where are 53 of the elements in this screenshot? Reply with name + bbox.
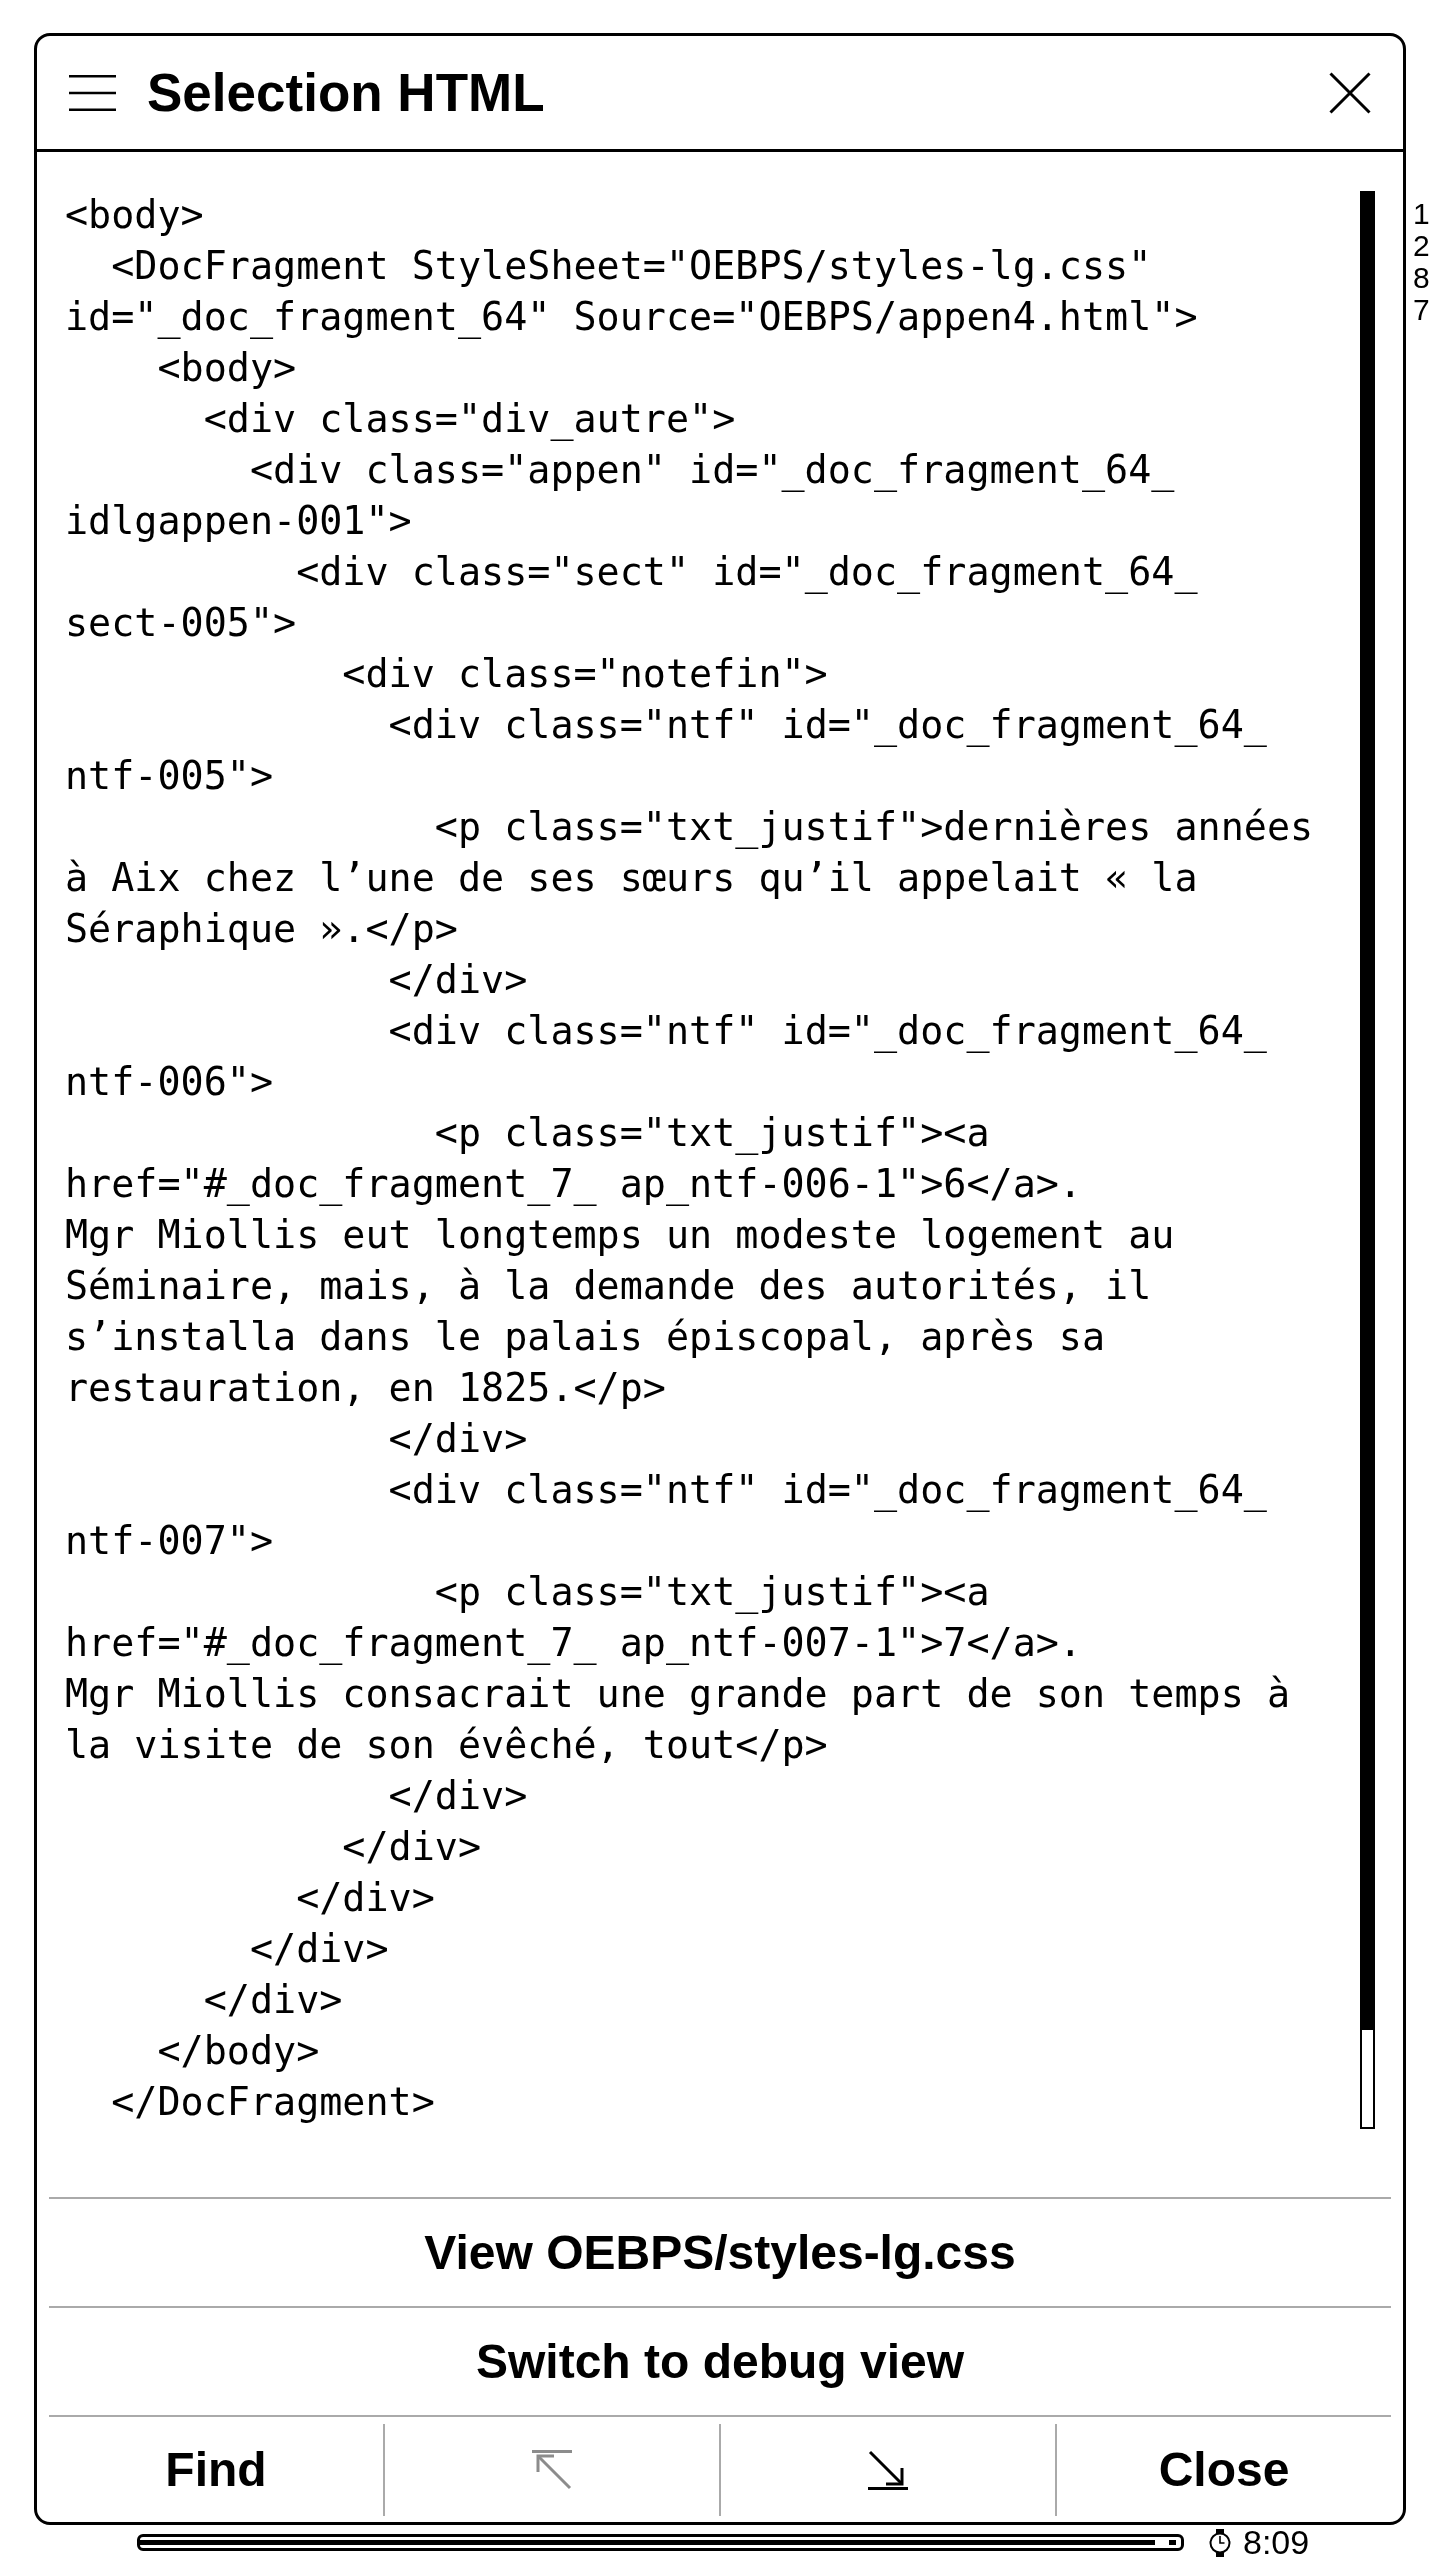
code-line: restauration, en 1825.</p> — [65, 1365, 666, 1410]
scrollbar[interactable] — [1360, 191, 1375, 2129]
window-title: Selection HTML — [147, 61, 545, 124]
code-line: Mgr Miollis eut longtemps un modeste logement au — [65, 1212, 1175, 1257]
action-button[interactable]: View OEBPS/styles-lg.css — [37, 2199, 1403, 2306]
action-button[interactable]: Switch to debug view — [37, 2308, 1403, 2415]
code-line: id="_doc_fragment_64" Source="OEBPS/appen4.html"> — [65, 294, 1198, 339]
code-line: </div> — [388, 1416, 528, 1461]
code-line: </div> — [388, 1773, 528, 1818]
code-line: </div> — [296, 1875, 435, 1920]
page-number: 1287 — [1413, 198, 1431, 326]
code-line: à Aix chez l’une de ses sœurs qu’il appelait « la — [65, 855, 1198, 900]
code-line: </div> — [388, 957, 528, 1002]
code-line: <DocFragment StyleSheet="OEBPS/styles-lg.css" — [111, 243, 1152, 288]
code-line: <div class="ntf" id="_doc_fragment_64_ — [388, 702, 1267, 747]
code-line: <div class="appen" id="_doc_fragment_64_ — [249, 447, 1175, 492]
code-line: </div> — [342, 1824, 482, 1869]
code-line: <p class="txt_justif"><a — [434, 1110, 990, 1155]
code-line: </body> — [157, 2028, 320, 2073]
code-line: </DocFragment> — [111, 2079, 435, 2124]
scrollbar-thumb[interactable] — [1362, 193, 1373, 2031]
close-button[interactable] — [1329, 71, 1371, 114]
code-line: <div class="ntf" id="_doc_fragment_64_ — [388, 1008, 1267, 1053]
menu-icon — [69, 74, 116, 111]
code-line: ntf-006"> — [65, 1059, 274, 1104]
code-line: la visite de son évêché, tout</p> — [65, 1722, 828, 1767]
code-line: </div> — [249, 1926, 389, 1971]
code-line: ntf-007"> — [65, 1518, 274, 1563]
end-marker-icon — [1169, 2540, 1176, 2545]
code-line: sect-005"> — [65, 600, 297, 645]
code-line: href="#_doc_fragment_7_ ap_ntf-006-1">6</a>. — [65, 1161, 1082, 1206]
code-line: <body> — [157, 345, 297, 390]
code-line: <p class="txt_justif"><a — [434, 1569, 990, 1614]
code-line: <div class="ntf" id="_doc_fragment_64_ — [388, 1467, 1267, 1512]
code-line: <div class="div_autre"> — [203, 396, 736, 441]
toolbar-button[interactable]: Find — [49, 2417, 383, 2522]
code-line: <div class="sect" id="_doc_fragment_64_ — [296, 549, 1198, 594]
code-line: <div class="notefin"> — [342, 651, 828, 696]
code-line: Séminaire, mais, à la demande des autorités, il — [65, 1263, 1152, 1308]
clock-time: 8:09 — [1243, 2525, 1310, 2560]
code-line: s’installa dans le palais épiscopal, après sa — [65, 1314, 1106, 1359]
watch-icon — [1209, 2528, 1231, 2557]
toolbar-button[interactable]: Close — [1057, 2417, 1391, 2522]
code-line: <p class="txt_justif">dernières années — [434, 804, 1314, 849]
code-line: Mgr Miollis consacrait une grande part de son temps à — [65, 1671, 1290, 1716]
code-line: </div> — [203, 1977, 343, 2022]
code-line: idlgappen-001"> — [65, 498, 412, 543]
code-line: <body> — [65, 192, 204, 237]
code-line: Séraphique ».</p> — [65, 906, 458, 951]
code-line: ntf-005"> — [65, 753, 274, 798]
menu-button[interactable] — [69, 74, 116, 111]
code-line: href="#_doc_fragment_7_ ap_ntf-007-1">7</a>. — [65, 1620, 1082, 1665]
close-icon — [1329, 71, 1371, 114]
